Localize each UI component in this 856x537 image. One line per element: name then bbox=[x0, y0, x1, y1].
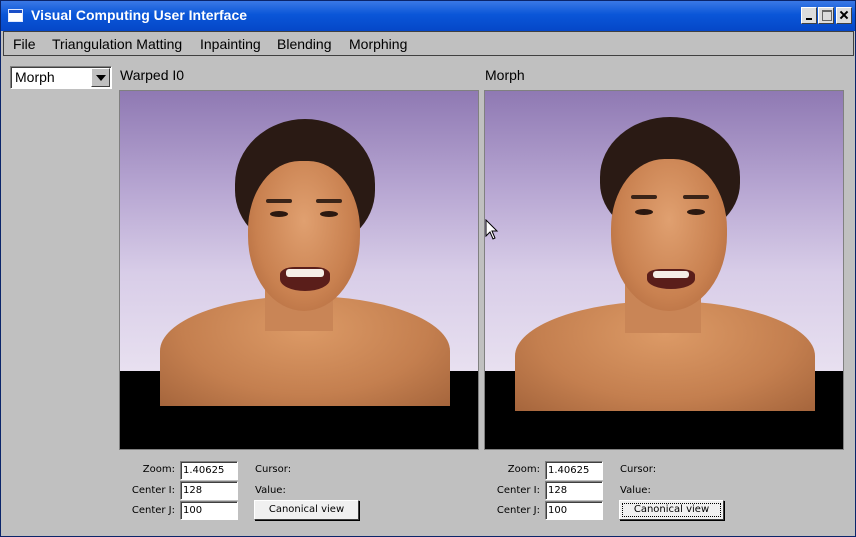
close-icon[interactable] bbox=[836, 7, 852, 24]
zoom-label: Zoom: bbox=[142, 464, 175, 475]
minimize-icon[interactable] bbox=[801, 7, 817, 24]
menu-file[interactable]: File bbox=[13, 36, 36, 52]
window-title: Visual Computing User Interface bbox=[31, 7, 248, 23]
panel-title-warped: Warped I0 bbox=[120, 67, 185, 83]
mode-dropdown-value: Morph bbox=[15, 69, 55, 85]
canonical-view-button[interactable]: Canonical view bbox=[254, 500, 359, 520]
value-label: Value: bbox=[620, 485, 651, 496]
center-j-label: Center J: bbox=[131, 505, 175, 516]
morph-image bbox=[485, 91, 843, 411]
menu-morphing[interactable]: Morphing bbox=[349, 36, 407, 52]
app-window: Visual Computing User Interface File Tri… bbox=[0, 0, 856, 537]
center-i-label: Center I: bbox=[131, 485, 175, 496]
zoom-input[interactable]: 1.40625 bbox=[545, 461, 603, 480]
center-i-input[interactable]: 128 bbox=[545, 481, 603, 500]
center-j-label: Center J: bbox=[496, 505, 540, 516]
cursor-label: Cursor: bbox=[620, 464, 657, 475]
warped-image bbox=[120, 91, 478, 406]
menu-blending[interactable]: Blending bbox=[277, 36, 332, 52]
maximize-icon[interactable] bbox=[818, 7, 834, 24]
window-app-icon[interactable] bbox=[8, 9, 23, 22]
mode-dropdown[interactable]: Morph bbox=[10, 66, 112, 89]
image-viewer-warped[interactable] bbox=[119, 90, 479, 450]
chevron-down-icon[interactable] bbox=[91, 68, 110, 87]
sidebar bbox=[4, 58, 115, 536]
image-viewer-morph[interactable] bbox=[484, 90, 844, 450]
title-bar[interactable]: Visual Computing User Interface bbox=[1, 1, 855, 31]
center-j-input[interactable]: 100 bbox=[180, 501, 238, 520]
menu-inpainting[interactable]: Inpainting bbox=[200, 36, 261, 52]
cursor-label: Cursor: bbox=[255, 464, 292, 475]
canonical-view-button[interactable]: Canonical view bbox=[619, 500, 724, 520]
center-j-input[interactable]: 100 bbox=[545, 501, 603, 520]
value-label: Value: bbox=[255, 485, 286, 496]
menu-bar: File Triangulation Matting Inpainting Bl… bbox=[3, 31, 854, 56]
center-i-label: Center I: bbox=[496, 485, 540, 496]
zoom-input[interactable]: 1.40625 bbox=[180, 461, 238, 480]
panel-title-morph: Morph bbox=[485, 67, 525, 83]
menu-triangulation-matting[interactable]: Triangulation Matting bbox=[52, 36, 182, 52]
zoom-label: Zoom: bbox=[507, 464, 540, 475]
center-i-input[interactable]: 128 bbox=[180, 481, 238, 500]
